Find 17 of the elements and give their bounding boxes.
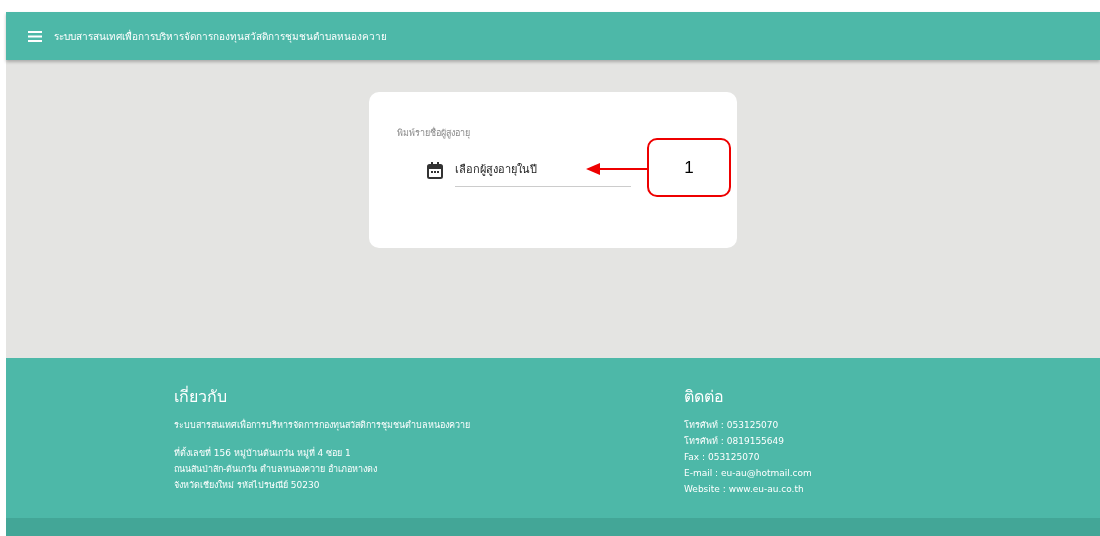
contact-line: โทรศัพท์ : 053125070 — [684, 419, 780, 431]
app-title: ระบบสารสนเทศเพื่อการบริหารจัดการกองทุนสวัสดิการชุมชนตำบลหนองควาย — [54, 28, 387, 44]
contact-line: E-mail : eu-au@hotmail.com — [684, 467, 813, 479]
about-heading: เกี่ยวกับ — [174, 385, 228, 408]
contact-heading: ติดต่อ — [684, 386, 725, 408]
address-line: จังหวัดเชียงใหม่ รหัสไปรษณีย์ 50230 — [174, 479, 321, 491]
field-label: พิมพ์รายชื่อผู้สูงอายุ — [397, 126, 471, 140]
address-line: ถนนสันป่าสัก-ต้นเกว๋น ตำบลหนองควาย อำเภอหางดง — [174, 463, 378, 475]
callout-number: 1 — [647, 138, 731, 197]
about-description: ระบบสารสนเทศเพื่อการบริหารจัดการกองทุนสวัสดิการชุมชนตำบลหนองควาย — [174, 419, 471, 431]
menu-icon[interactable] — [28, 30, 42, 42]
contact-line: โทรศัพท์ : 0819155649 — [684, 435, 785, 447]
arrow-icon — [586, 162, 648, 176]
calendar-icon — [427, 162, 443, 179]
address-line: ที่ตั้งเลขที่ 156 หมู่บ้านต้นเกว๋น หมู่ที่ 4 ซอย 1 — [174, 447, 352, 459]
contact-line: Fax : 053125070 — [684, 451, 761, 463]
contact-line: Website : www.eu-au.co.th — [684, 483, 805, 495]
